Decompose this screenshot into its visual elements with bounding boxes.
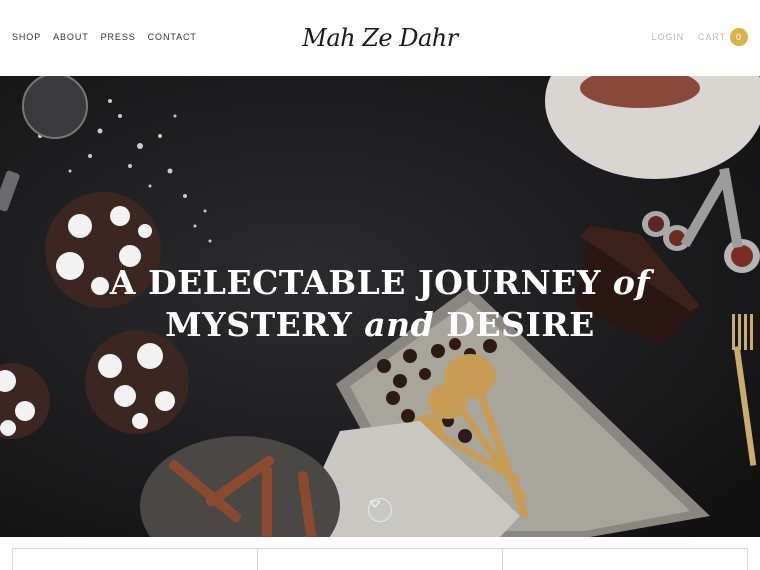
logo-wordmark: Mah Ze Dahr (302, 24, 458, 52)
feature-card[interactable] (503, 548, 748, 570)
cart-label: CART (698, 32, 726, 42)
scroll-down-button[interactable] (368, 498, 392, 522)
nav-about[interactable]: ABOUT (53, 32, 89, 42)
hero-line1: A DELECTABLE JOURNEY (109, 263, 601, 302)
account-nav: LOGIN CART 0 (652, 28, 748, 46)
sieve (22, 76, 88, 139)
nav-press[interactable]: PRESS (101, 32, 136, 42)
chevron-down-icon (369, 500, 381, 509)
hero-line1-of: of (612, 263, 651, 302)
hero-headline: A DELECTABLE JOURNEY of MYSTERY and DESI… (0, 262, 760, 346)
feature-card[interactable] (258, 548, 503, 570)
feature-cards (12, 548, 748, 570)
measuring-spoons (642, 167, 760, 273)
hero-line2-mystery: MYSTERY (165, 305, 353, 344)
hero-line2-and: and (364, 305, 435, 344)
nav-shop[interactable]: SHOP (12, 32, 41, 42)
cart-count-badge: 0 (730, 28, 748, 46)
feature-card[interactable] (12, 548, 258, 570)
site-header: SHOP ABOUT PRESS CONTACT Mah Ze Dahr LOG… (0, 0, 760, 76)
nav-contact[interactable]: CONTACT (148, 32, 197, 42)
hero-banner: A DELECTABLE JOURNEY of MYSTERY and DESI… (0, 76, 760, 537)
cart-link[interactable]: CART 0 (698, 28, 748, 46)
main-nav: SHOP ABOUT PRESS CONTACT (12, 32, 197, 42)
login-link[interactable]: LOGIN (652, 32, 685, 42)
site-logo[interactable]: Mah Ze Dahr (300, 18, 460, 58)
hero-line2-desire: DESIRE (446, 305, 595, 344)
